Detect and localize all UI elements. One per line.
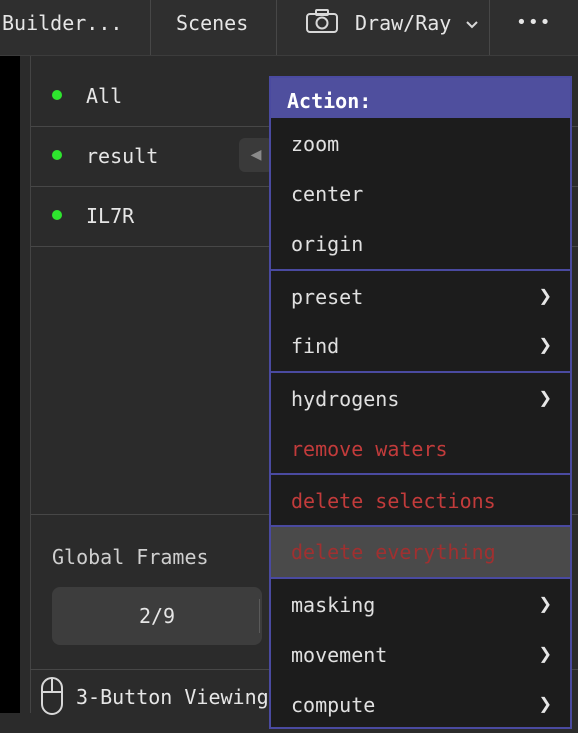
toolbar-divider (150, 0, 151, 55)
menu-item-origin[interactable]: origin (271, 219, 570, 269)
toolbar-divider (489, 0, 490, 55)
menu-item-hydrogens[interactable]: hydrogens ❯ (271, 374, 570, 424)
chevron-right-icon: ❯ (538, 592, 552, 617)
chevron-right-icon: ❯ (538, 333, 552, 358)
scenes-tab[interactable]: Scenes (176, 0, 248, 55)
mouse-icon (41, 677, 63, 715)
menu-item-compute[interactable]: compute ❯ (271, 680, 570, 727)
menu-item-label: preset (291, 285, 364, 309)
global-frames-label: Global Frames (52, 545, 209, 569)
chevron-right-icon: ❯ (538, 386, 552, 411)
menu-divider (271, 269, 570, 271)
draw-ray-button[interactable]: Draw/Ray (305, 0, 485, 55)
frame-counter[interactable]: 2/9 (52, 587, 262, 645)
draw-ray-label: Draw/Ray (355, 11, 452, 35)
object-name: result (86, 144, 159, 168)
menu-item-movement[interactable]: movement ❯ (271, 630, 570, 680)
chevron-down-icon (466, 21, 478, 29)
top-toolbar: Builder... Scenes Draw/Ray ••• (0, 0, 578, 56)
menu-item-remove-waters[interactable]: remove waters (271, 424, 570, 474)
camera-icon (306, 9, 338, 33)
enabled-indicator[interactable] (52, 90, 62, 100)
menu-item-label: compute (291, 693, 376, 717)
menu-item-label: hydrogens (291, 387, 400, 411)
menu-divider (271, 371, 570, 373)
enabled-indicator[interactable] (52, 150, 62, 160)
frame-divider (259, 599, 260, 633)
mouse-mode-label[interactable]: 3-Button Viewing (76, 670, 269, 724)
menu-item-zoom[interactable]: zoom (271, 119, 570, 169)
collapse-arrow-icon[interactable]: ◀ (239, 138, 273, 172)
toolbar-divider (276, 0, 277, 55)
more-menu-button[interactable]: ••• (516, 0, 552, 55)
menu-item-delete-everything[interactable]: delete everything (271, 527, 570, 577)
menu-item-find[interactable]: find ❯ (271, 321, 570, 371)
menu-item-preset[interactable]: preset ❯ (271, 272, 570, 322)
menu-item-delete-selections[interactable]: delete selections (271, 476, 570, 526)
object-name: IL7R (86, 204, 135, 228)
menu-item-label: movement (291, 643, 388, 667)
chevron-right-icon: ❯ (538, 642, 552, 667)
menu-item-label: masking (291, 593, 376, 617)
menu-item-label: find (291, 334, 340, 358)
action-menu-title: Action: (271, 78, 570, 118)
chevron-right-icon: ❯ (538, 284, 552, 309)
action-menu: Action: zoom center origin preset ❯ find… (269, 76, 572, 729)
menu-divider (271, 577, 570, 579)
chevron-right-icon: ❯ (538, 692, 552, 717)
menu-item-center[interactable]: center (271, 169, 570, 219)
enabled-indicator[interactable] (52, 210, 62, 220)
viewport-edge (0, 56, 20, 713)
object-name: All (86, 84, 123, 108)
builder-tab[interactable]: Builder... (2, 0, 122, 55)
menu-divider (271, 473, 570, 475)
menu-item-masking[interactable]: masking ❯ (271, 580, 570, 630)
